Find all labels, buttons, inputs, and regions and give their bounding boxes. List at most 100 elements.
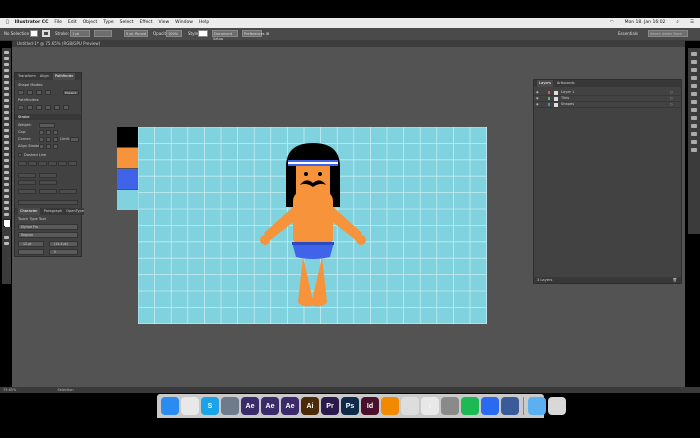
stroke-color-box[interactable] xyxy=(5,222,10,227)
paintbrush-tool-icon[interactable] xyxy=(4,105,9,108)
drawing-mode-icon[interactable] xyxy=(4,236,9,239)
dock-app-icon[interactable]: Pr xyxy=(321,397,339,415)
tab-paragraph[interactable]: Paragraph xyxy=(44,208,62,215)
tab-transform[interactable]: Transform xyxy=(18,73,36,80)
exclude-button[interactable] xyxy=(45,90,51,95)
tab-layers[interactable]: Layers xyxy=(537,80,553,87)
gradient-tool-icon[interactable] xyxy=(4,165,9,168)
profile-dropdown[interactable] xyxy=(18,189,36,194)
free-transform-tool-icon[interactable] xyxy=(4,141,9,144)
gap-1-field[interactable] xyxy=(28,161,37,166)
menu-type[interactable]: Type xyxy=(103,18,113,28)
flip-buttons[interactable] xyxy=(39,189,57,194)
layer-row[interactable]: ◉ Shapes ○ xyxy=(534,102,681,108)
cap-butt-button[interactable] xyxy=(39,130,44,135)
tab-align[interactable]: Align xyxy=(40,73,49,80)
crop-button[interactable] xyxy=(45,105,51,110)
corner-bevel-button[interactable] xyxy=(53,137,58,142)
tab-pathfinder[interactable]: Pathfinder xyxy=(52,73,76,80)
cyan-swatch[interactable] xyxy=(117,190,138,210)
delete-layer-icon[interactable]: 🗑 xyxy=(672,277,677,283)
arrow-scale-end[interactable] xyxy=(39,180,57,185)
gap-2-field[interactable] xyxy=(48,161,57,166)
dock-app-icon[interactable] xyxy=(161,397,179,415)
width-tool-icon[interactable] xyxy=(4,135,9,138)
tab-artboards[interactable]: Artboards xyxy=(557,80,575,87)
zoom-tool-icon[interactable] xyxy=(4,213,9,216)
minus-back-button[interactable] xyxy=(63,105,69,110)
arrowheads-end[interactable] xyxy=(39,173,57,178)
dock-app-icon[interactable] xyxy=(548,397,566,415)
color-guide-icon[interactable] xyxy=(691,60,697,64)
dock-app-icon[interactable] xyxy=(501,397,519,415)
search-icon[interactable]: ⌕ xyxy=(676,18,679,28)
menu-window[interactable]: Window xyxy=(175,18,193,28)
trim-button[interactable] xyxy=(27,105,33,110)
cap-square-button[interactable] xyxy=(53,130,58,135)
eyedropper-tool-icon[interactable] xyxy=(4,171,9,174)
dash-2-field[interactable] xyxy=(38,161,47,166)
eraser-tool-icon[interactable] xyxy=(4,117,9,120)
hand-tool-icon[interactable] xyxy=(4,207,9,210)
blue-swatch[interactable] xyxy=(117,169,138,189)
gap-3-field[interactable] xyxy=(68,161,77,166)
black-swatch[interactable] xyxy=(117,127,138,147)
orange-swatch[interactable] xyxy=(117,148,138,168)
visibility-eye-icon[interactable]: ◉ xyxy=(536,90,539,95)
tab-character[interactable]: Character xyxy=(18,208,40,215)
menu-help[interactable]: Help xyxy=(199,18,209,28)
target-circle-icon[interactable]: ○ xyxy=(670,90,673,95)
dock-app-icon[interactable]: Ps xyxy=(341,397,359,415)
limit-field[interactable] xyxy=(70,137,79,142)
slice-tool-icon[interactable] xyxy=(4,201,9,204)
layers-panel-icon[interactable] xyxy=(691,132,697,136)
type-tool-icon[interactable] xyxy=(4,87,9,90)
font-size-field[interactable]: 12 pt xyxy=(18,241,44,247)
profile-preview[interactable] xyxy=(18,200,78,205)
variable-width-dropdown[interactable] xyxy=(94,30,112,37)
perspective-grid-tool-icon[interactable] xyxy=(4,153,9,156)
clock[interactable]: Mon 18. Jan 16:02 xyxy=(625,18,666,28)
target-circle-icon[interactable]: ○ xyxy=(670,96,673,101)
dock-app-icon[interactable] xyxy=(221,397,239,415)
rotate-tool-icon[interactable] xyxy=(4,123,9,126)
dock-app-icon[interactable] xyxy=(401,397,419,415)
selection-tool-icon[interactable] xyxy=(4,51,9,54)
tracking-field[interactable]: 0 xyxy=(49,249,78,255)
stock-search-input[interactable]: Search Adobe Stock xyxy=(648,30,688,37)
menu-view[interactable]: View xyxy=(158,18,169,28)
artboard[interactable] xyxy=(138,127,487,324)
touch-type-tool-button[interactable]: Touch Type Tool xyxy=(18,217,46,222)
dock-app-icon[interactable]: Ae xyxy=(241,397,259,415)
lasso-tool-icon[interactable] xyxy=(4,69,9,72)
document-tab[interactable]: Untitled-1* @ 75.65% (RGB/GPU Preview) xyxy=(12,40,685,47)
dash-1-field[interactable] xyxy=(18,161,27,166)
dock-app-icon[interactable]: Ae xyxy=(261,397,279,415)
graphic-styles-icon[interactable] xyxy=(691,92,697,96)
blend-tool-icon[interactable] xyxy=(4,177,9,180)
wifi-icon[interactable]: ◠ xyxy=(610,18,614,28)
style-swatch[interactable] xyxy=(198,30,208,37)
arrange-icon[interactable]: ⊞ xyxy=(266,31,269,37)
corner-miter-button[interactable] xyxy=(39,137,44,142)
dock-app-icon[interactable]: S xyxy=(201,397,219,415)
dock-app-icon[interactable]: ♪ xyxy=(421,397,439,415)
tab-opentype[interactable]: OpenType xyxy=(66,208,84,215)
cap-round-button[interactable] xyxy=(46,130,51,135)
appearance-panel-icon[interactable] xyxy=(691,100,697,104)
pencil-tool-icon[interactable] xyxy=(4,111,9,114)
color-panel-icon[interactable] xyxy=(691,52,697,56)
mesh-tool-icon[interactable] xyxy=(4,159,9,162)
magic-wand-tool-icon[interactable] xyxy=(4,63,9,66)
brushes-panel-icon[interactable] xyxy=(691,76,697,80)
fill-swatch[interactable] xyxy=(30,30,38,37)
workspace-switcher[interactable]: Essentials xyxy=(618,31,638,37)
menu-app[interactable]: Illustrator CC xyxy=(15,18,49,28)
shape-builder-tool-icon[interactable] xyxy=(4,147,9,150)
expand-button[interactable]: Expand xyxy=(63,90,79,95)
outline-button[interactable] xyxy=(54,105,60,110)
symbols-panel-icon[interactable] xyxy=(691,84,697,88)
gradient-panel-icon[interactable] xyxy=(691,116,697,120)
opacity-field[interactable]: 100% xyxy=(166,30,182,37)
intersect-button[interactable] xyxy=(36,90,42,95)
